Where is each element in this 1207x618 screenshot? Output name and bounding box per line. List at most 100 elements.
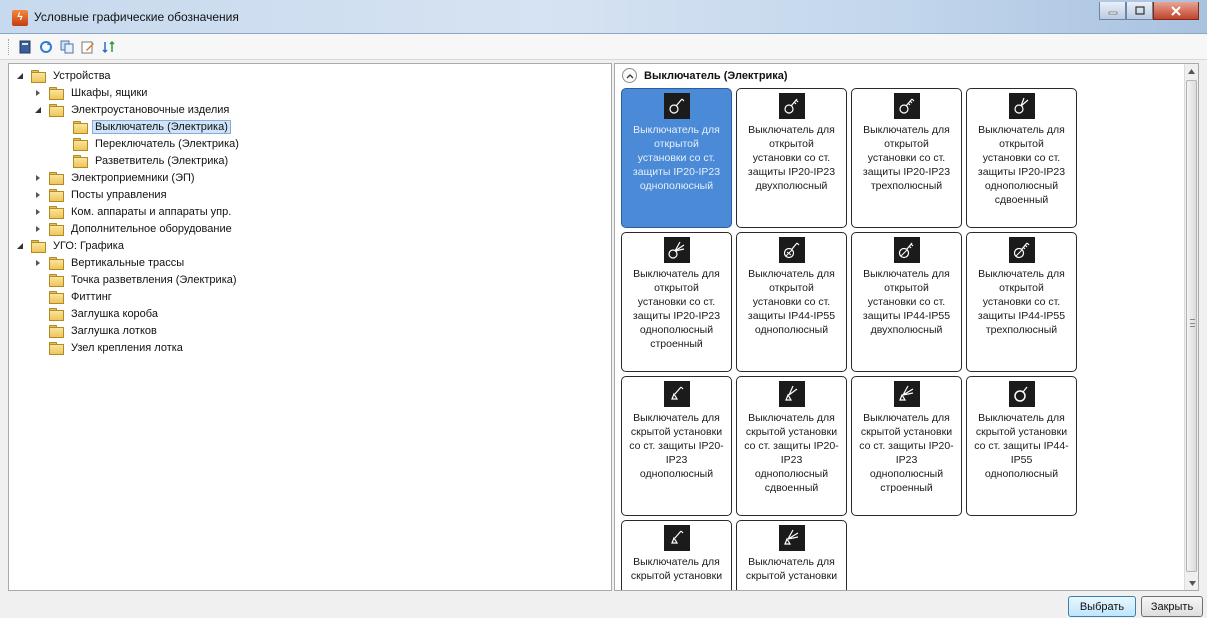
tree-item-control-posts[interactable]: Посты управления xyxy=(33,186,170,203)
tile-caption-line: установки со ст. xyxy=(637,152,716,164)
tile-caption-line: открытой xyxy=(999,282,1044,294)
symbol-tile[interactable]: Выключатель для скрытой установки со ст. з… xyxy=(851,376,962,516)
tile-caption-line: сдвоенный xyxy=(764,482,819,494)
symbol-tile[interactable]: Выключатель для открытой установки со ст. з… xyxy=(736,232,847,372)
symbol-tile[interactable]: Выключатель для скрытой установки со ст. з… xyxy=(621,376,732,516)
category-tree[interactable]: Устройства Шкафы, ящики Электроустановоч… xyxy=(8,63,612,591)
expanded-arrow-icon[interactable] xyxy=(15,71,25,81)
tile-caption-line: строенный xyxy=(880,482,933,494)
book-icon[interactable] xyxy=(16,39,34,55)
tree-item-vertical-routes[interactable]: Вертикальные трассы xyxy=(33,254,187,271)
tile-caption-line: скрытой установки xyxy=(630,570,723,582)
title-bar[interactable]: ϟ Условные графические обозначения xyxy=(0,0,1207,34)
refresh-icon[interactable] xyxy=(37,39,55,55)
expanded-arrow-icon[interactable] xyxy=(33,105,43,115)
close-window-button[interactable] xyxy=(1153,2,1199,20)
tree-item-fitting[interactable]: Фиттинг xyxy=(33,288,115,305)
collapsed-arrow-icon[interactable] xyxy=(33,258,43,268)
tile-caption-line: Выключатель для xyxy=(633,268,720,280)
tile-caption-line: установки со ст. xyxy=(637,296,716,308)
maximize-button[interactable] xyxy=(1126,2,1153,20)
tile-caption-line: со ст. защиты IP20- xyxy=(859,440,954,452)
symbol-tile[interactable]: Выключатель для открытой установки со ст. з… xyxy=(621,88,732,228)
symbol-tile[interactable]: Выключатель для скрытой установки xyxy=(621,520,732,590)
tree-item-tray-mount[interactable]: Узел крепления лотка xyxy=(33,339,186,356)
tile-caption-line: со ст. защиты IP20- xyxy=(629,440,724,452)
tile-caption: Выключатель для скрытой установки xyxy=(737,555,846,583)
tile-caption-line: открытой xyxy=(769,138,814,150)
tree-item-tray-cap[interactable]: Заглушка лотков xyxy=(33,322,160,339)
symbol-tile[interactable]: Выключатель для открытой установки со ст. з… xyxy=(851,232,962,372)
folder-icon xyxy=(49,325,64,338)
tree-item-additional-equipment[interactable]: Дополнительное оборудование xyxy=(33,220,235,237)
collapsed-arrow-icon[interactable] xyxy=(33,173,43,183)
symbol-tile[interactable]: Выключатель для скрытой установки xyxy=(736,520,847,590)
tree-item-installation-products[interactable]: Электроустановочные изделия xyxy=(33,101,232,118)
window-title: Условные графические обозначения xyxy=(34,10,239,24)
tree-item-changeover-switch[interactable]: Переключатель (Электрика) xyxy=(57,135,242,152)
toolbar xyxy=(0,34,1207,60)
close-button[interactable]: Закрыть xyxy=(1141,596,1203,617)
collapsed-arrow-icon[interactable] xyxy=(33,207,43,217)
symbol-tile[interactable]: Выключатель для скрытой установки со ст. з… xyxy=(966,376,1077,516)
minimize-button[interactable] xyxy=(1099,2,1126,20)
switch-3p-open-icon xyxy=(893,93,920,119)
tile-caption-line: однополюсный xyxy=(639,324,714,336)
symbol-tile[interactable]: Выключатель для открытой установки со ст. з… xyxy=(966,88,1077,228)
scroll-up-icon[interactable] xyxy=(1185,64,1198,78)
tree-item-splitter[interactable]: Разветвитель (Электрика) xyxy=(57,152,231,169)
tree-item-switching-devices[interactable]: Ком. аппараты и аппараты упр. xyxy=(33,203,234,220)
tree-item-ugo-graphics[interactable]: УГО: Графика xyxy=(15,237,127,254)
switch-triple-hidden-icon xyxy=(893,381,920,407)
tile-caption-line: IP23 xyxy=(780,454,803,466)
collapsed-arrow-icon[interactable] xyxy=(33,88,43,98)
tree-item-duct-cap[interactable]: Заглушка короба xyxy=(33,305,161,322)
symbol-tile[interactable]: Выключатель для открытой установки со ст. з… xyxy=(736,88,847,228)
collapse-group-icon[interactable] xyxy=(622,68,637,83)
select-button[interactable]: Выбрать xyxy=(1068,596,1136,617)
tree-item-cabinets[interactable]: Шкафы, ящики xyxy=(33,84,150,101)
tile-caption-line: однополюсный xyxy=(754,324,829,336)
folder-icon xyxy=(73,121,88,134)
expanded-arrow-icon[interactable] xyxy=(15,241,25,251)
switch-2p-ip44-icon xyxy=(893,237,920,263)
tile-caption-line: сдвоенный xyxy=(994,194,1049,206)
symbol-tile[interactable]: Выключатель для открытой установки со ст. з… xyxy=(851,88,962,228)
tile-caption-line: установки со ст. xyxy=(867,152,946,164)
tile-caption-line: установки со ст. xyxy=(982,296,1061,308)
tile-caption-line: скрытой установки xyxy=(975,426,1068,438)
tile-caption-line: однополюсный xyxy=(984,468,1059,480)
tile-caption: Выключатель для открытой установки со ст. з… xyxy=(852,123,961,193)
tree-item-devices[interactable]: Устройства xyxy=(15,67,114,84)
tile-caption-line: скрытой установки xyxy=(745,426,838,438)
scroll-down-icon[interactable] xyxy=(1185,576,1198,590)
vertical-scrollbar[interactable] xyxy=(1184,64,1198,590)
window-controls xyxy=(1099,2,1199,20)
folder-icon xyxy=(49,172,64,185)
copy-icon[interactable] xyxy=(58,39,76,55)
tile-caption-line: со ст. защиты IP44- xyxy=(974,440,1069,452)
collapsed-arrow-icon[interactable] xyxy=(33,224,43,234)
tile-caption-line: защиты IP20-IP23 xyxy=(632,310,721,322)
switch-1p-hidden-icon xyxy=(663,381,690,407)
tree-item-receivers[interactable]: Электроприемники (ЭП) xyxy=(33,169,198,186)
tile-caption-line: однополюсный xyxy=(869,468,944,480)
sort-icon[interactable] xyxy=(100,39,118,55)
edit-icon[interactable] xyxy=(79,39,97,55)
collapsed-arrow-icon[interactable] xyxy=(33,190,43,200)
symbol-tile[interactable]: Выключатель для скрытой установки со ст. з… xyxy=(736,376,847,516)
symbol-tile[interactable]: Выключатель для открытой установки со ст. з… xyxy=(621,232,732,372)
tile-caption-line: Выключатель для xyxy=(978,412,1065,424)
symbol-tile[interactable]: Выключатель для открытой установки со ст. з… xyxy=(966,232,1077,372)
tree-item-branch-point[interactable]: Точка разветвления (Электрика) xyxy=(33,271,240,288)
group-header: Выключатель (Электрика) xyxy=(622,68,788,83)
tile-caption-line: Выключатель для xyxy=(748,412,835,424)
switch-1p-ip44-icon xyxy=(778,237,805,263)
switch-hidden-icon xyxy=(663,525,690,551)
tree-item-switch[interactable]: Выключатель (Электрика) xyxy=(57,118,231,135)
tile-caption: Выключатель для скрытой установки со ст. з… xyxy=(622,411,731,481)
folder-icon xyxy=(73,155,88,168)
tile-caption-line: однополюсный xyxy=(639,180,714,192)
scroll-thumb[interactable] xyxy=(1186,80,1197,572)
tile-caption: Выключатель для скрытой установки со ст. з… xyxy=(737,411,846,495)
